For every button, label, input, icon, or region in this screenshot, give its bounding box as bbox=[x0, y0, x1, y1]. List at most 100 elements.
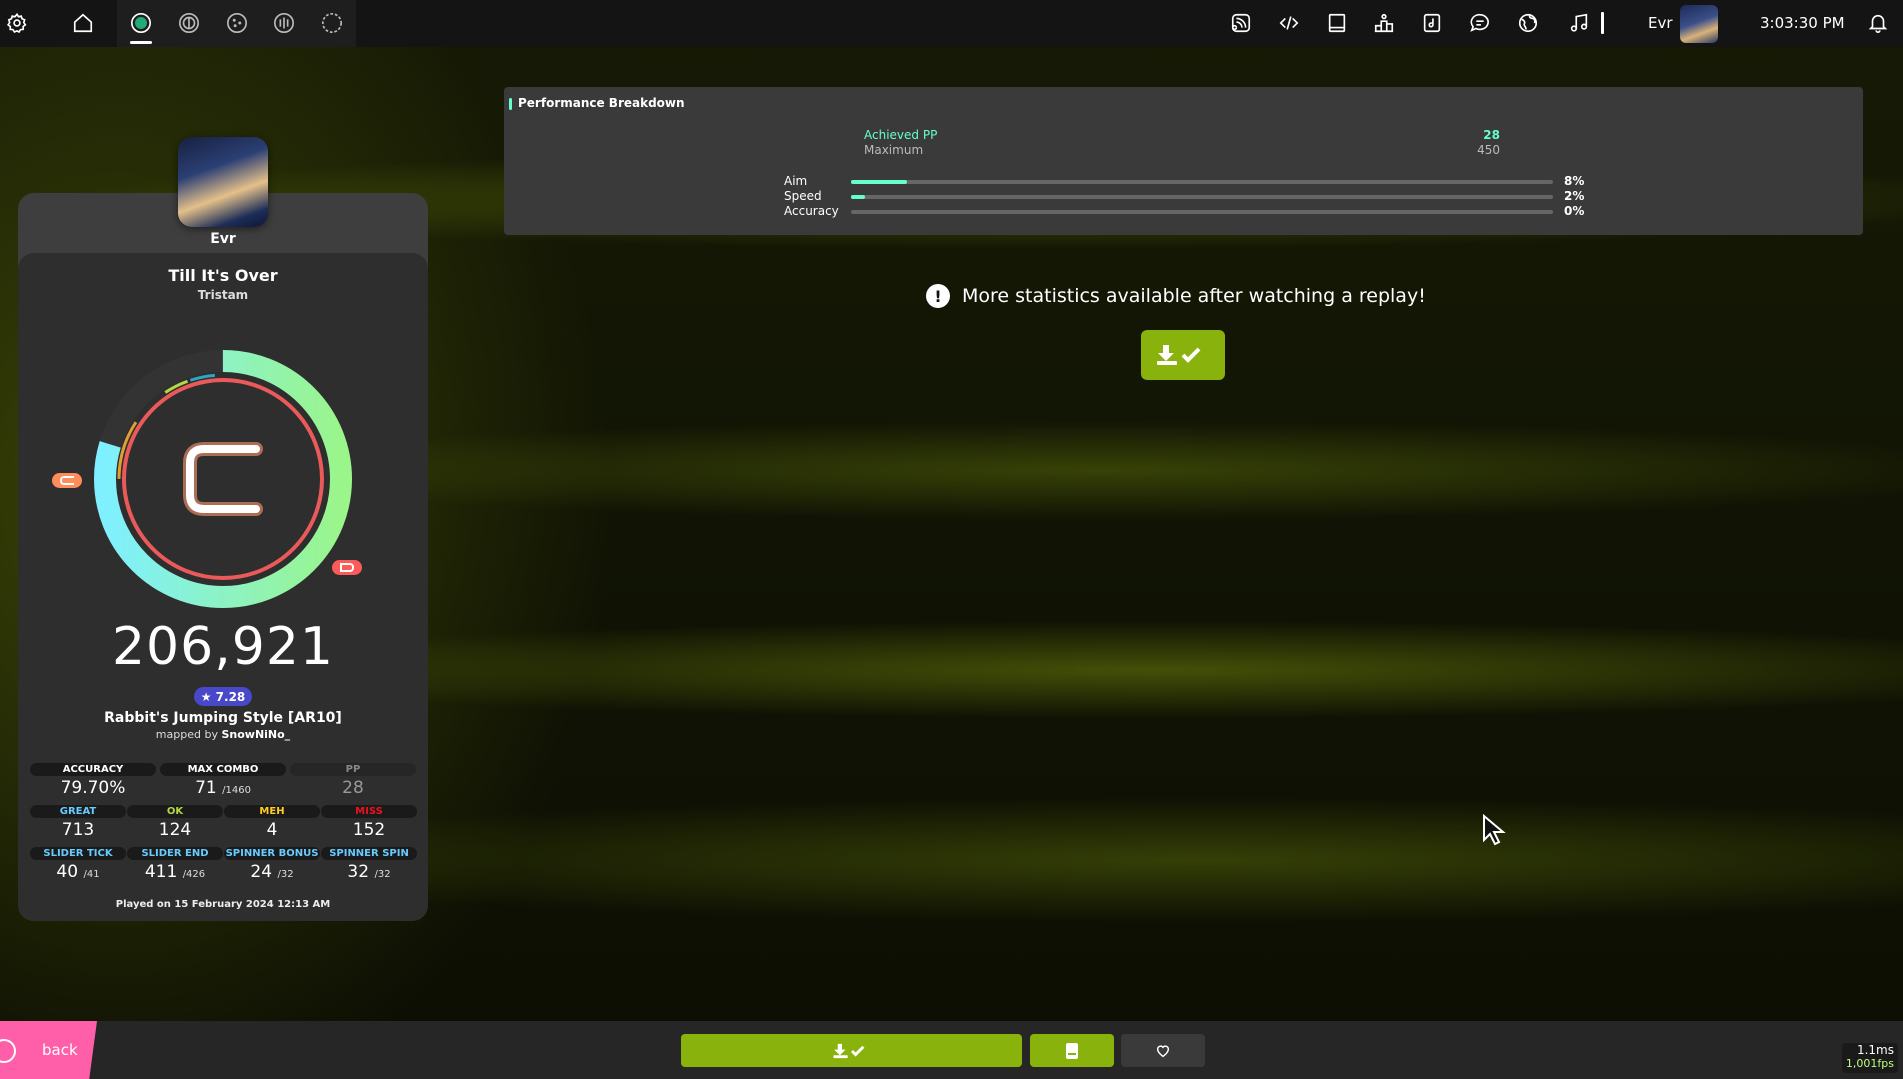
music-icon[interactable] bbox=[1565, 9, 1593, 37]
great-segment bbox=[117, 373, 329, 585]
favourite-button[interactable] bbox=[1121, 1034, 1205, 1067]
stat-slider-tick-value: 40 bbox=[56, 862, 79, 882]
maximum-pp-label: Maximum bbox=[864, 143, 924, 157]
download-replay-footer-button[interactable] bbox=[681, 1034, 1022, 1067]
catch-ruleset-icon[interactable] bbox=[223, 9, 251, 37]
stat-ok-label: OK bbox=[127, 805, 223, 818]
stat-pp-value: 28 bbox=[342, 778, 364, 798]
wiki-icon[interactable] bbox=[1323, 9, 1351, 37]
player-name[interactable]: Evr bbox=[0, 231, 446, 247]
stat-ok-value: 124 bbox=[158, 820, 192, 840]
aim-bar-row: Aim 8% bbox=[784, 174, 1584, 189]
meh-segment bbox=[117, 373, 329, 585]
stat-pp: PP 28 bbox=[290, 763, 416, 798]
taiko-ruleset-icon[interactable] bbox=[175, 9, 203, 37]
stat-miss-label: MISS bbox=[321, 805, 417, 818]
heart-icon bbox=[1156, 1044, 1170, 1057]
stat-max-combo: MAX COMBO 71 /1460 bbox=[160, 763, 286, 798]
stat-max-combo-value: 71 bbox=[195, 778, 217, 798]
circle-ruleset-icon[interactable] bbox=[318, 9, 346, 37]
chat-icon[interactable] bbox=[1466, 9, 1494, 37]
star-rating-pill: ★ 7.28 bbox=[194, 687, 252, 706]
download-check-icon bbox=[1157, 345, 1201, 365]
stat-slider-tick-label: SLIDER TICK bbox=[30, 847, 126, 860]
home-icon[interactable] bbox=[69, 9, 97, 37]
download-replay-button[interactable] bbox=[1141, 330, 1225, 380]
stat-accuracy-value: 79.70% bbox=[60, 778, 126, 798]
speed-bar-row: Speed 2% bbox=[784, 189, 1584, 204]
settings-icon[interactable] bbox=[3, 9, 31, 37]
stat-miss-value: 152 bbox=[352, 820, 386, 840]
globe-icon[interactable] bbox=[1514, 9, 1542, 37]
aim-bar-fill bbox=[851, 180, 908, 184]
rank-badge-d bbox=[332, 560, 362, 575]
stat-slider-end-max: /426 bbox=[182, 869, 206, 880]
speed-label: Speed bbox=[784, 189, 822, 203]
stat-spinner-spin-value: 32 bbox=[347, 862, 370, 882]
code-icon[interactable] bbox=[1275, 9, 1303, 37]
toolbar-username[interactable]: Evr bbox=[1648, 14, 1673, 32]
rankings-icon[interactable] bbox=[1370, 9, 1398, 37]
stat-pp-label: PP bbox=[290, 763, 416, 776]
stat-spinner-bonus-max: /32 bbox=[277, 869, 294, 880]
accuracy-bar bbox=[851, 210, 1553, 214]
frame-time: 1.1ms bbox=[1856, 1043, 1894, 1057]
aim-bar bbox=[851, 180, 1553, 184]
stat-spinner-spin: SPINNER SPIN 32 /32 bbox=[321, 847, 417, 882]
accuracy-label: Accuracy bbox=[784, 204, 839, 218]
played-on-date: Played on 15 February 2024 12:13 AM bbox=[115, 899, 331, 910]
player-avatar[interactable] bbox=[178, 137, 268, 227]
stat-great: GREAT 713 bbox=[30, 805, 126, 840]
ok-segment bbox=[117, 373, 329, 585]
aim-pct: 8% bbox=[1564, 174, 1585, 188]
exclamation-icon: ! bbox=[926, 284, 950, 308]
volume-indicator bbox=[1601, 12, 1604, 34]
maximum-pp-value: 450 bbox=[1477, 143, 1500, 157]
replay-notice: ! More statistics available after watchi… bbox=[926, 282, 1426, 310]
stat-meh-value: 4 bbox=[266, 820, 278, 840]
beatmap-listing-icon[interactable] bbox=[1418, 9, 1446, 37]
stat-slider-tick-max: /41 bbox=[83, 869, 100, 880]
fps-value: 1,001fps bbox=[1845, 1057, 1894, 1070]
stat-slider-end: SLIDER END 411 /426 bbox=[127, 847, 223, 882]
achieved-pp-label: Achieved PP bbox=[864, 128, 938, 142]
section-marker bbox=[509, 98, 512, 110]
mapper-name[interactable]: SnowNiNo_ bbox=[221, 728, 290, 741]
accuracy-pct: 0% bbox=[1564, 204, 1585, 218]
stat-spinner-spin-label: SPINNER SPIN bbox=[321, 847, 417, 860]
toolbar-avatar[interactable] bbox=[1680, 5, 1718, 43]
rank-letter bbox=[183, 442, 263, 516]
speed-pct: 2% bbox=[1564, 189, 1585, 203]
stat-accuracy: ACCURACY 79.70% bbox=[30, 763, 156, 798]
stat-miss: MISS 152 bbox=[321, 805, 417, 840]
ruleset-underline bbox=[130, 41, 152, 44]
mapper-prefix: mapped by bbox=[155, 728, 218, 741]
stat-slider-end-value: 411 bbox=[144, 862, 178, 882]
beatmap-artist: Tristam bbox=[197, 288, 249, 302]
stat-max-combo-label: MAX COMBO bbox=[160, 763, 286, 776]
rank-badge-c bbox=[52, 473, 82, 488]
toolbar-clock[interactable]: 3:03:30 PM bbox=[1760, 14, 1845, 32]
stat-max-combo-max: /1460 bbox=[222, 785, 251, 796]
total-score: 206,921 bbox=[111, 617, 335, 677]
fps-counter: 1.1ms 1,001fps bbox=[1842, 1043, 1898, 1073]
download-check-icon bbox=[832, 1043, 864, 1058]
notification-bell-icon[interactable] bbox=[1864, 9, 1892, 37]
stat-accuracy-label: ACCURACY bbox=[30, 763, 156, 776]
news-icon[interactable] bbox=[1227, 9, 1255, 37]
accuracy-ring bbox=[92, 348, 354, 610]
osu-ruleset-icon[interactable] bbox=[127, 9, 155, 37]
stat-great-label: GREAT bbox=[30, 805, 126, 818]
stat-slider-tick: SLIDER TICK 40 /41 bbox=[30, 847, 126, 882]
mania-ruleset-icon[interactable] bbox=[270, 9, 298, 37]
stat-spinner-bonus: SPINNER BONUS 24 /32 bbox=[224, 847, 320, 882]
beatmap-title: Till It's Over bbox=[168, 266, 278, 285]
stat-spinner-bonus-value: 24 bbox=[250, 862, 273, 882]
stat-spinner-spin-max: /32 bbox=[374, 869, 391, 880]
back-label[interactable]: back bbox=[42, 1041, 78, 1059]
beatmap-info-button[interactable] bbox=[1030, 1034, 1114, 1067]
aim-label: Aim bbox=[784, 174, 808, 188]
speed-bar bbox=[851, 195, 1553, 199]
stat-meh: MEH 4 bbox=[224, 805, 320, 840]
achieved-pp-value: 28 bbox=[1483, 128, 1500, 142]
